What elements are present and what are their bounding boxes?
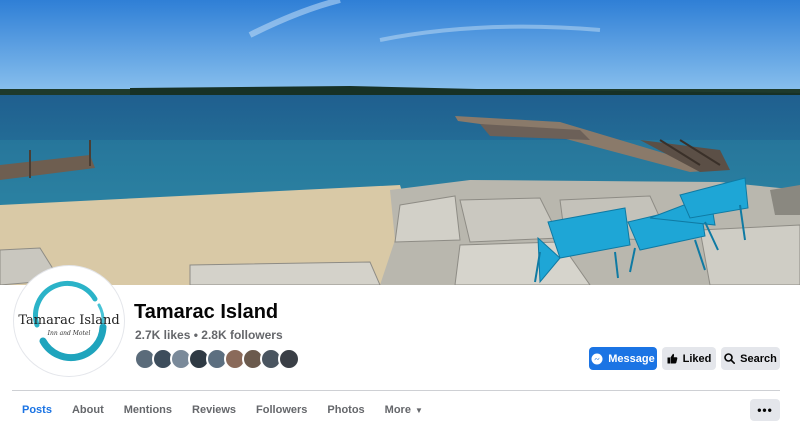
divider xyxy=(12,390,780,391)
tab-label: Posts xyxy=(22,404,52,416)
tab-mentions[interactable]: Mentions xyxy=(114,398,182,422)
likes-count[interactable]: 2.7K likes xyxy=(135,328,190,342)
facebook-page: Tamarac Island Inn and Motel Tamarac Isl… xyxy=(0,0,800,423)
messenger-icon xyxy=(591,353,603,364)
tab-label: Photos xyxy=(327,404,365,416)
profile-picture[interactable]: Tamarac Island Inn and Motel xyxy=(14,266,124,376)
tab-reviews[interactable]: Reviews xyxy=(182,398,246,422)
tab-more[interactable]: More ▼ xyxy=(375,398,433,422)
search-button[interactable]: Search xyxy=(721,347,780,370)
search-label: Search xyxy=(740,352,777,365)
ellipsis-icon: ••• xyxy=(757,403,773,417)
page-stats: 2.7K likes • 2.8K followers xyxy=(135,328,283,342)
liked-label: Liked xyxy=(682,352,712,365)
follower-avatar[interactable] xyxy=(278,348,300,370)
caret-down-icon: ▼ xyxy=(414,405,423,415)
more-options-button[interactable]: ••• xyxy=(750,399,780,421)
tab-about[interactable]: About xyxy=(62,398,114,422)
tab-photos[interactable]: Photos xyxy=(317,398,374,422)
tab-label: About xyxy=(71,404,104,416)
page-title: Tamarac Island xyxy=(134,301,279,323)
tab-label: More xyxy=(384,404,411,416)
cover-photo[interactable] xyxy=(0,0,800,285)
search-icon xyxy=(724,353,736,364)
logo-title: Tamarac Island xyxy=(18,313,120,328)
page-tabs: Posts About Mentions Reviews Followers P… xyxy=(12,398,433,422)
logo-subtitle: Inn and Motel xyxy=(47,330,91,337)
thumbs-up-icon xyxy=(667,353,677,364)
tab-posts[interactable]: Posts xyxy=(12,398,62,422)
tab-label: Reviews xyxy=(192,404,237,416)
liked-button[interactable]: Liked xyxy=(662,347,716,370)
message-label: Message xyxy=(608,352,655,365)
tab-label: Followers xyxy=(256,404,308,416)
followers-count[interactable]: 2.8K followers xyxy=(201,328,282,342)
tab-followers[interactable]: Followers xyxy=(246,398,317,422)
tab-label: Mentions xyxy=(123,404,173,416)
stats-separator: • xyxy=(193,328,198,342)
message-button[interactable]: Message xyxy=(589,347,657,370)
follower-avatars xyxy=(134,348,300,370)
